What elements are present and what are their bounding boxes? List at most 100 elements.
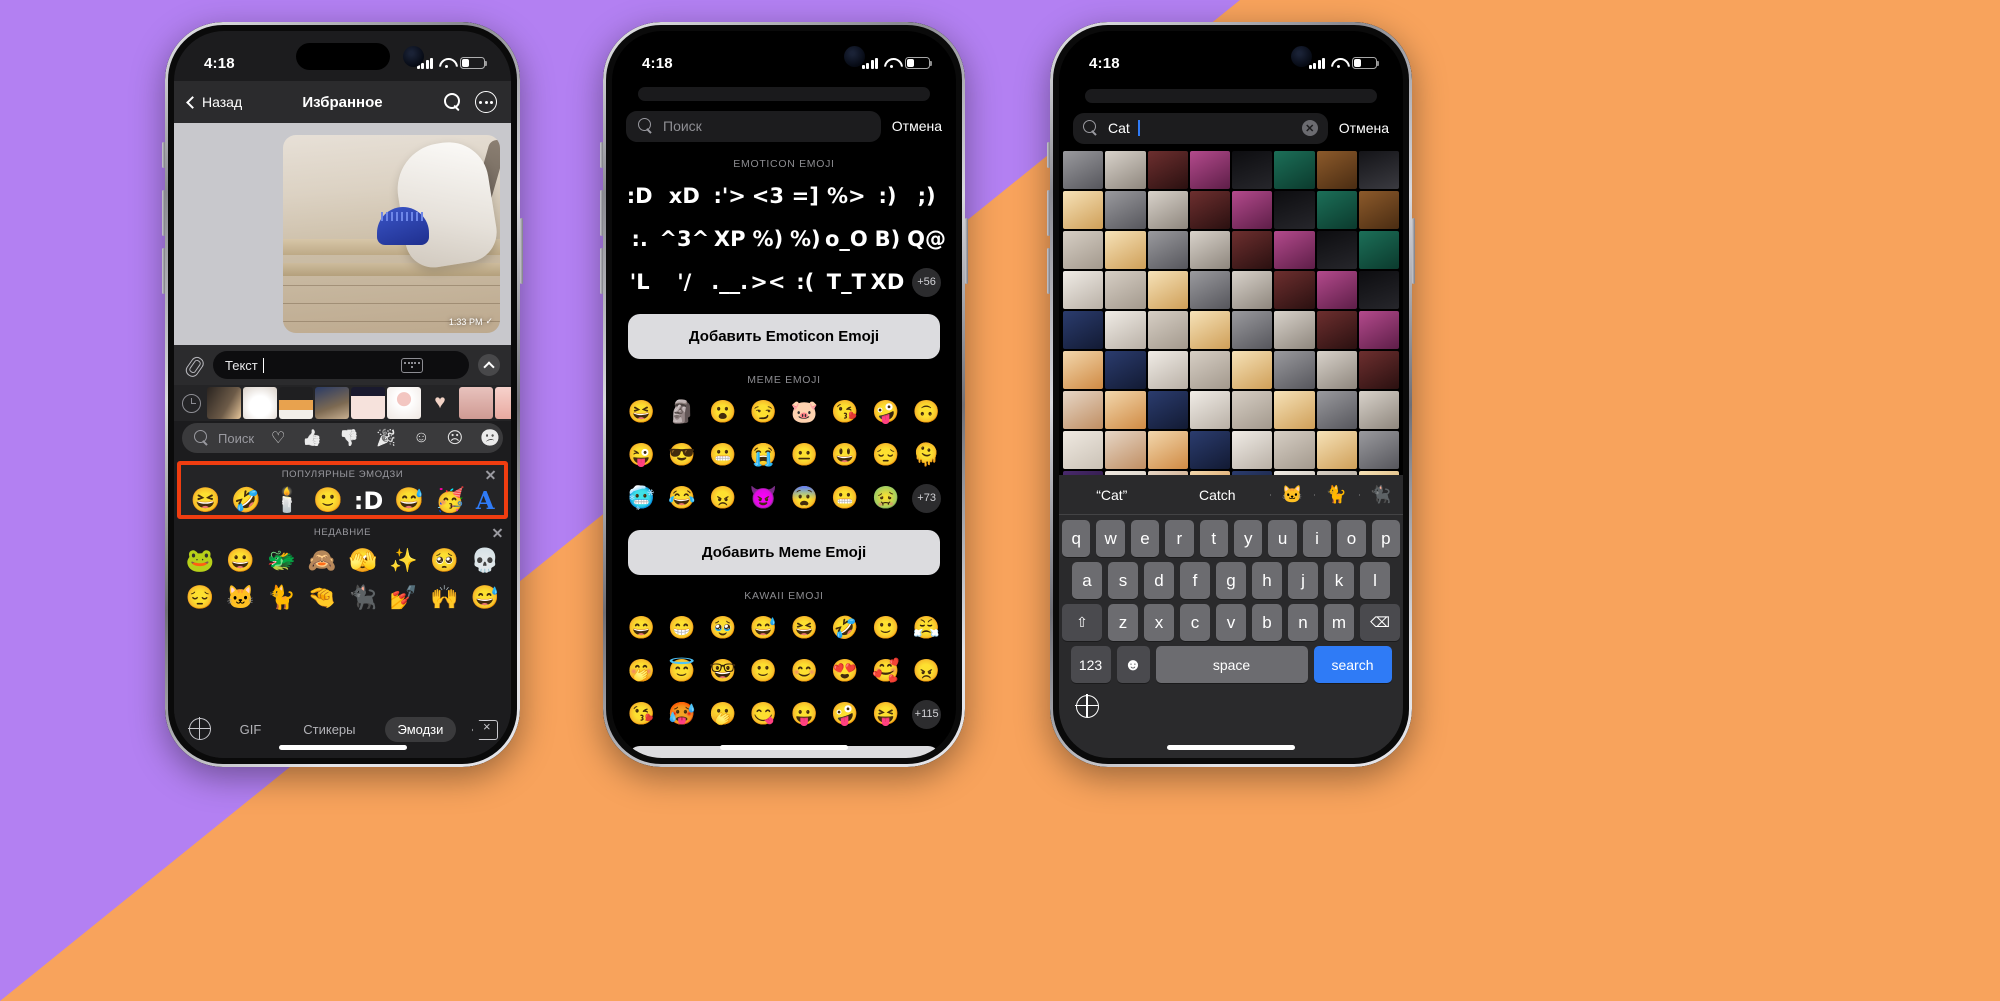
search-result-thumbnail[interactable] — [1189, 431, 1230, 469]
emoji-cell[interactable]: 😐 — [785, 435, 824, 475]
emoji-cell[interactable]: 🐲 — [262, 543, 302, 577]
prediction-2[interactable]: Catch — [1165, 487, 1271, 503]
close-icon[interactable] — [485, 469, 496, 480]
sticker-strip[interactable]: ♥ 😘 — [174, 385, 511, 421]
emoji-cell[interactable]: 🫠 — [907, 435, 946, 475]
photo-message-bubble[interactable]: 1:33 PM ✓ — [283, 135, 500, 333]
volume-down-button[interactable] — [600, 248, 603, 294]
search-result-thumbnail[interactable] — [1189, 311, 1230, 349]
volume-up-button[interactable] — [600, 190, 603, 236]
sticker-item[interactable] — [387, 387, 421, 419]
emoji-cell[interactable]: o_O — [825, 219, 868, 259]
emoji-cell[interactable]: T_T — [825, 262, 868, 302]
key-d[interactable]: d — [1144, 562, 1174, 599]
search-result-thumbnail[interactable] — [1358, 191, 1399, 229]
emoji-cell[interactable]: 😘 — [826, 392, 865, 432]
send-button[interactable] — [478, 354, 500, 376]
party-popper-icon[interactable]: 🎉 — [376, 428, 396, 448]
emoji-cell[interactable]: 😍 — [826, 651, 865, 691]
emoji-cell[interactable]: 🤭 — [622, 651, 661, 691]
search-result-thumbnail[interactable] — [1063, 151, 1104, 189]
emoji-cell[interactable]: 😮 — [704, 392, 743, 432]
emoji-cell[interactable]: 🫢 — [704, 694, 743, 734]
emoji-cell[interactable]: 🙂 — [313, 489, 343, 513]
emoji-cell[interactable]: %> — [825, 176, 868, 216]
key-g[interactable]: g — [1216, 562, 1246, 599]
key-o[interactable]: o — [1337, 520, 1366, 557]
emoji-cell[interactable]: 😁 — [663, 608, 702, 648]
search-result-thumbnail[interactable] — [1147, 231, 1188, 269]
search-result-thumbnail[interactable] — [1232, 151, 1273, 189]
search-result-thumbnail[interactable] — [1274, 191, 1315, 229]
key-z[interactable]: z — [1108, 604, 1138, 641]
emoji-cell[interactable]: 🐷 — [785, 392, 824, 432]
search-result-thumbnail[interactable] — [1358, 271, 1399, 309]
sticker-item[interactable] — [351, 387, 385, 419]
search-result-thumbnail[interactable] — [1232, 271, 1273, 309]
search-result-thumbnail[interactable] — [1063, 391, 1104, 429]
emoji-cell[interactable]: 🗿 — [663, 392, 702, 432]
volume-down-button[interactable] — [1047, 248, 1050, 294]
emoji-cell[interactable]: 🙂 — [744, 651, 783, 691]
emoji-cell[interactable]: <3 — [750, 176, 785, 216]
add-meme-emoji-button[interactable]: Добавить Meme Emoji — [628, 530, 940, 575]
globe-icon[interactable] — [188, 717, 211, 740]
prediction-emoji-3[interactable]: 🐈‍⬛ — [1358, 485, 1403, 505]
search-result-thumbnail[interactable] — [1105, 311, 1146, 349]
key-u[interactable]: u — [1268, 520, 1297, 557]
emoji-cell[interactable]: 🐱 — [221, 580, 261, 614]
emoji-cell[interactable]: 🙌 — [425, 580, 465, 614]
thumbs-down-icon[interactable]: 👎 — [339, 428, 359, 448]
emoji-cell[interactable]: ✨ — [384, 543, 424, 577]
search-result-thumbnail[interactable] — [1105, 231, 1146, 269]
search-result-thumbnail[interactable] — [1189, 271, 1230, 309]
search-result-thumbnail[interactable] — [1358, 351, 1399, 389]
search-key[interactable]: search — [1313, 646, 1392, 683]
search-result-thumbnail[interactable] — [1105, 351, 1146, 389]
power-button[interactable] — [1412, 218, 1415, 284]
search-result-thumbnail[interactable] — [1189, 151, 1230, 189]
mute-switch[interactable] — [162, 142, 165, 168]
emoji-cell[interactable]: 😈 — [744, 478, 783, 518]
emoji-cell[interactable]: 🥶 — [622, 478, 661, 518]
key-c[interactable]: c — [1180, 604, 1210, 641]
emoji-cell[interactable]: 😬 — [826, 478, 865, 518]
search-result-thumbnail[interactable] — [1358, 311, 1399, 349]
emoji-packs-scroll[interactable]: EMOTICON EMOJI :D xD :'> <3 =] %> :) ;) … — [612, 149, 956, 758]
emoji-cell[interactable]: 🥰 — [867, 651, 906, 691]
search-result-thumbnail[interactable] — [1358, 231, 1399, 269]
thumbs-up-icon[interactable]: 👍 — [302, 428, 322, 448]
emoji-cell[interactable]: 🐈‍⬛ — [343, 580, 383, 614]
emoji-cell[interactable]: 😎 — [663, 435, 702, 475]
emoji-cell[interactable]: :D — [354, 489, 384, 513]
drag-handle[interactable] — [638, 87, 930, 101]
search-result-thumbnail[interactable] — [1316, 351, 1357, 389]
search-results-grid[interactable] — [1059, 151, 1403, 491]
key-p[interactable]: p — [1371, 520, 1401, 557]
search-result-thumbnail[interactable] — [1274, 391, 1315, 429]
emoji-cell[interactable]: 😭 — [744, 435, 783, 475]
search-result-thumbnail[interactable] — [1063, 271, 1104, 309]
emoji-cell[interactable]: 😆 — [190, 489, 220, 513]
emoji-cell[interactable]: 😄 — [622, 608, 661, 648]
search-result-thumbnail[interactable] — [1316, 311, 1357, 349]
search-result-thumbnail[interactable] — [1147, 311, 1188, 349]
shift-icon[interactable]: ⇧ — [1062, 604, 1102, 641]
emoji-cell[interactable]: 😆 — [622, 392, 661, 432]
key-h[interactable]: h — [1252, 562, 1282, 599]
emoji-search-row[interactable]: Поиск ♡ 👍 👎 🎉 ☺ ☹ 😕 😐 — [182, 423, 503, 453]
emoji-cell[interactable]: 🙃 — [907, 392, 946, 432]
search-result-thumbnail[interactable] — [1274, 311, 1315, 349]
paperclip-icon[interactable] — [181, 352, 207, 378]
emoji-cell[interactable]: A — [476, 489, 495, 513]
mute-switch[interactable] — [1047, 142, 1050, 168]
emoji-cell[interactable]: XD — [870, 262, 905, 302]
search-result-thumbnail[interactable] — [1274, 271, 1315, 309]
emoji-cell[interactable]: 😛 — [785, 694, 824, 734]
globe-icon[interactable] — [1075, 693, 1099, 718]
emoji-cell[interactable]: %) — [750, 219, 785, 259]
search-input-3[interactable]: Cat ✕ — [1073, 112, 1328, 144]
emoji-cell[interactable]: :. — [622, 219, 657, 259]
prediction-1[interactable]: “Cat” — [1059, 487, 1165, 503]
emoji-cell[interactable]: 😅 — [394, 489, 424, 513]
